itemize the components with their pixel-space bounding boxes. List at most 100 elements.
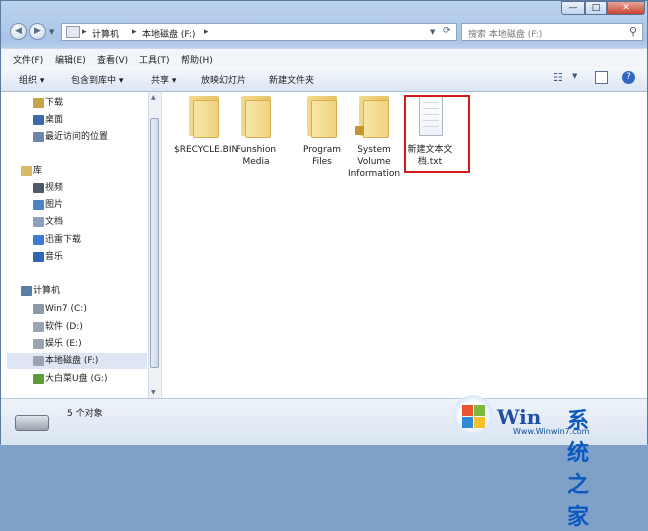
- folder-icon: [303, 96, 341, 138]
- back-button[interactable]: ◀: [10, 23, 27, 40]
- nav-item[interactable]: 软件 (D:): [1, 319, 147, 335]
- download-folder-icon: [33, 98, 44, 108]
- nav-item[interactable]: 计算机: [1, 283, 147, 299]
- nav-item[interactable]: 库: [1, 163, 147, 179]
- share-button[interactable]: 共享 ▾: [151, 73, 176, 86]
- nav-item[interactable]: 迅雷下载: [1, 232, 147, 248]
- address-bar[interactable]: ▸ 计算机 ▸ 本地磁盘 (F:) ▸ ▼ ⟳: [61, 23, 457, 41]
- explorer-window: — □ ✕ ◀ ▶ ▼ ▸ 计算机 ▸ 本地磁盘 (F:) ▸ ▼ ⟳ 搜索 本…: [0, 0, 648, 530]
- nav-item-label: 最近访问的位置: [45, 132, 109, 142]
- breadcrumb-arrow-icon: ▸: [132, 27, 137, 37]
- nav-item-label: 桌面: [45, 115, 64, 125]
- nav-item-label: 计算机: [33, 286, 61, 296]
- nav-item[interactable]: 最近访问的位置: [1, 129, 147, 145]
- help-icon[interactable]: ?: [622, 71, 635, 84]
- system-drive-icon: [33, 304, 44, 314]
- nav-item-label: 文档: [45, 217, 64, 227]
- new-folder-button[interactable]: 新建文件夹: [269, 73, 314, 86]
- selection-highlight: [404, 95, 470, 173]
- search-placeholder: 搜索 本地磁盘 (F:): [468, 30, 543, 40]
- navigation-pane: 下载桌面最近访问的位置库视频图片文档迅雷下载音乐计算机 Win7 (C:) 软件 (…: [1, 92, 161, 398]
- nav-item[interactable]: 大白菜U盘 (G:): [1, 371, 147, 387]
- file-name: Program Files: [303, 145, 341, 167]
- nav-item-label: 库: [33, 166, 43, 176]
- drive-icon: [33, 356, 44, 366]
- file-item[interactable]: System Volume Information: [344, 96, 404, 180]
- watermark-brand-name: 系统之家: [567, 409, 591, 530]
- item-count: 5 个对象: [67, 409, 103, 419]
- locked-folder-icon: [355, 96, 393, 138]
- window-controls: — □ ✕: [561, 1, 645, 15]
- view-dropdown-icon[interactable]: ▼: [572, 72, 577, 80]
- documents-library-icon: [33, 217, 44, 227]
- nav-item-label: 大白菜U盘 (G:): [45, 374, 108, 384]
- breadcrumb-drive-f[interactable]: 本地磁盘 (F:): [142, 27, 195, 40]
- navigation-bar: ◀ ▶ ▼ ▸ 计算机 ▸ 本地磁盘 (F:) ▸ ▼ ⟳ 搜索 本地磁盘 (F…: [1, 20, 647, 46]
- drive-icon: [33, 322, 44, 332]
- menu-view[interactable]: 查看(V): [97, 53, 128, 66]
- file-name: System Volume Information: [347, 145, 401, 179]
- scroll-up-icon[interactable]: ▲: [151, 94, 156, 101]
- nav-item-label: 迅雷下载: [45, 235, 82, 245]
- nav-item-label: 音乐: [45, 252, 64, 262]
- close-button[interactable]: ✕: [607, 1, 645, 15]
- watermark-brand-win: Win: [497, 405, 542, 429]
- video-library-icon: [33, 183, 44, 193]
- file-name: Funshion Media: [235, 145, 277, 167]
- nav-item-label: Win7 (C:): [45, 304, 87, 314]
- nav-item[interactable]: 视频: [1, 180, 147, 196]
- minimize-button[interactable]: —: [561, 1, 585, 15]
- nav-item[interactable]: 音乐: [1, 249, 147, 265]
- navigation-scrollbar[interactable]: ▲ ▼: [148, 92, 161, 398]
- drive-icon: [15, 415, 49, 431]
- nav-item-label: 娱乐 (E:): [45, 339, 82, 349]
- search-icon[interactable]: ⚲: [629, 25, 637, 38]
- music-library-icon: [33, 252, 44, 262]
- usb-drive-icon: [33, 374, 44, 384]
- menu-file[interactable]: 文件(F): [13, 53, 43, 66]
- search-box[interactable]: 搜索 本地磁盘 (F:) ⚲: [461, 23, 643, 41]
- breadcrumb-arrow-icon: ▸: [82, 27, 87, 37]
- menu-bar: 文件(F) 编辑(E) 查看(V) 工具(T) 帮助(H): [1, 48, 647, 67]
- watermark-url: Www.Winwin7.com: [513, 427, 590, 436]
- menu-help[interactable]: 帮助(H): [181, 53, 213, 66]
- scrollbar-thumb[interactable]: [150, 118, 159, 368]
- recent-pages-dropdown-icon[interactable]: ▼: [49, 28, 54, 36]
- drive-icon: [33, 339, 44, 349]
- computer-icon: [21, 286, 32, 296]
- thunder-download-icon: [33, 235, 44, 245]
- view-options-icon[interactable]: ☷: [553, 71, 563, 84]
- menu-tools[interactable]: 工具(T): [139, 53, 170, 66]
- library-icon: [21, 166, 32, 176]
- nav-item[interactable]: 本地磁盘 (F:): [7, 353, 147, 369]
- preview-pane-icon[interactable]: [595, 71, 608, 84]
- nav-item[interactable]: Win7 (C:): [1, 301, 147, 317]
- maximize-button[interactable]: □: [585, 1, 607, 15]
- organize-button[interactable]: 组织 ▾: [19, 73, 44, 86]
- nav-item[interactable]: 图片: [1, 197, 147, 213]
- scroll-down-icon[interactable]: ▼: [151, 389, 156, 396]
- include-in-library-button[interactable]: 包含到库中 ▾: [71, 73, 123, 86]
- nav-item[interactable]: 文档: [1, 214, 147, 230]
- file-item[interactable]: $RECYCLE.BIN: [174, 96, 238, 156]
- computer-icon: [66, 26, 80, 38]
- nav-item-label: 软件 (D:): [45, 322, 83, 332]
- refresh-icon[interactable]: ⟳: [443, 26, 451, 36]
- file-item[interactable]: Funshion Media: [226, 96, 286, 168]
- status-bar: 5 个对象: [1, 398, 647, 445]
- menu-edit[interactable]: 编辑(E): [55, 53, 86, 66]
- forward-button[interactable]: ▶: [29, 23, 46, 40]
- folder-icon: [237, 96, 275, 138]
- nav-item-label: 视频: [45, 183, 64, 193]
- breadcrumb-computer[interactable]: 计算机: [92, 27, 119, 40]
- address-dropdown-icon[interactable]: ▼: [430, 28, 435, 36]
- nav-item[interactable]: 桌面: [1, 112, 147, 128]
- nav-item[interactable]: 娱乐 (E:): [1, 336, 147, 352]
- nav-item[interactable]: 下载: [1, 95, 147, 111]
- breadcrumb-arrow-icon: ▸: [204, 27, 209, 37]
- nav-item-label: 下载: [45, 98, 64, 108]
- file-item[interactable]: Program Files: [292, 96, 352, 168]
- folder-icon: [185, 96, 223, 138]
- slideshow-button[interactable]: 放映幻灯片: [201, 73, 246, 86]
- desktop-icon: [33, 115, 44, 125]
